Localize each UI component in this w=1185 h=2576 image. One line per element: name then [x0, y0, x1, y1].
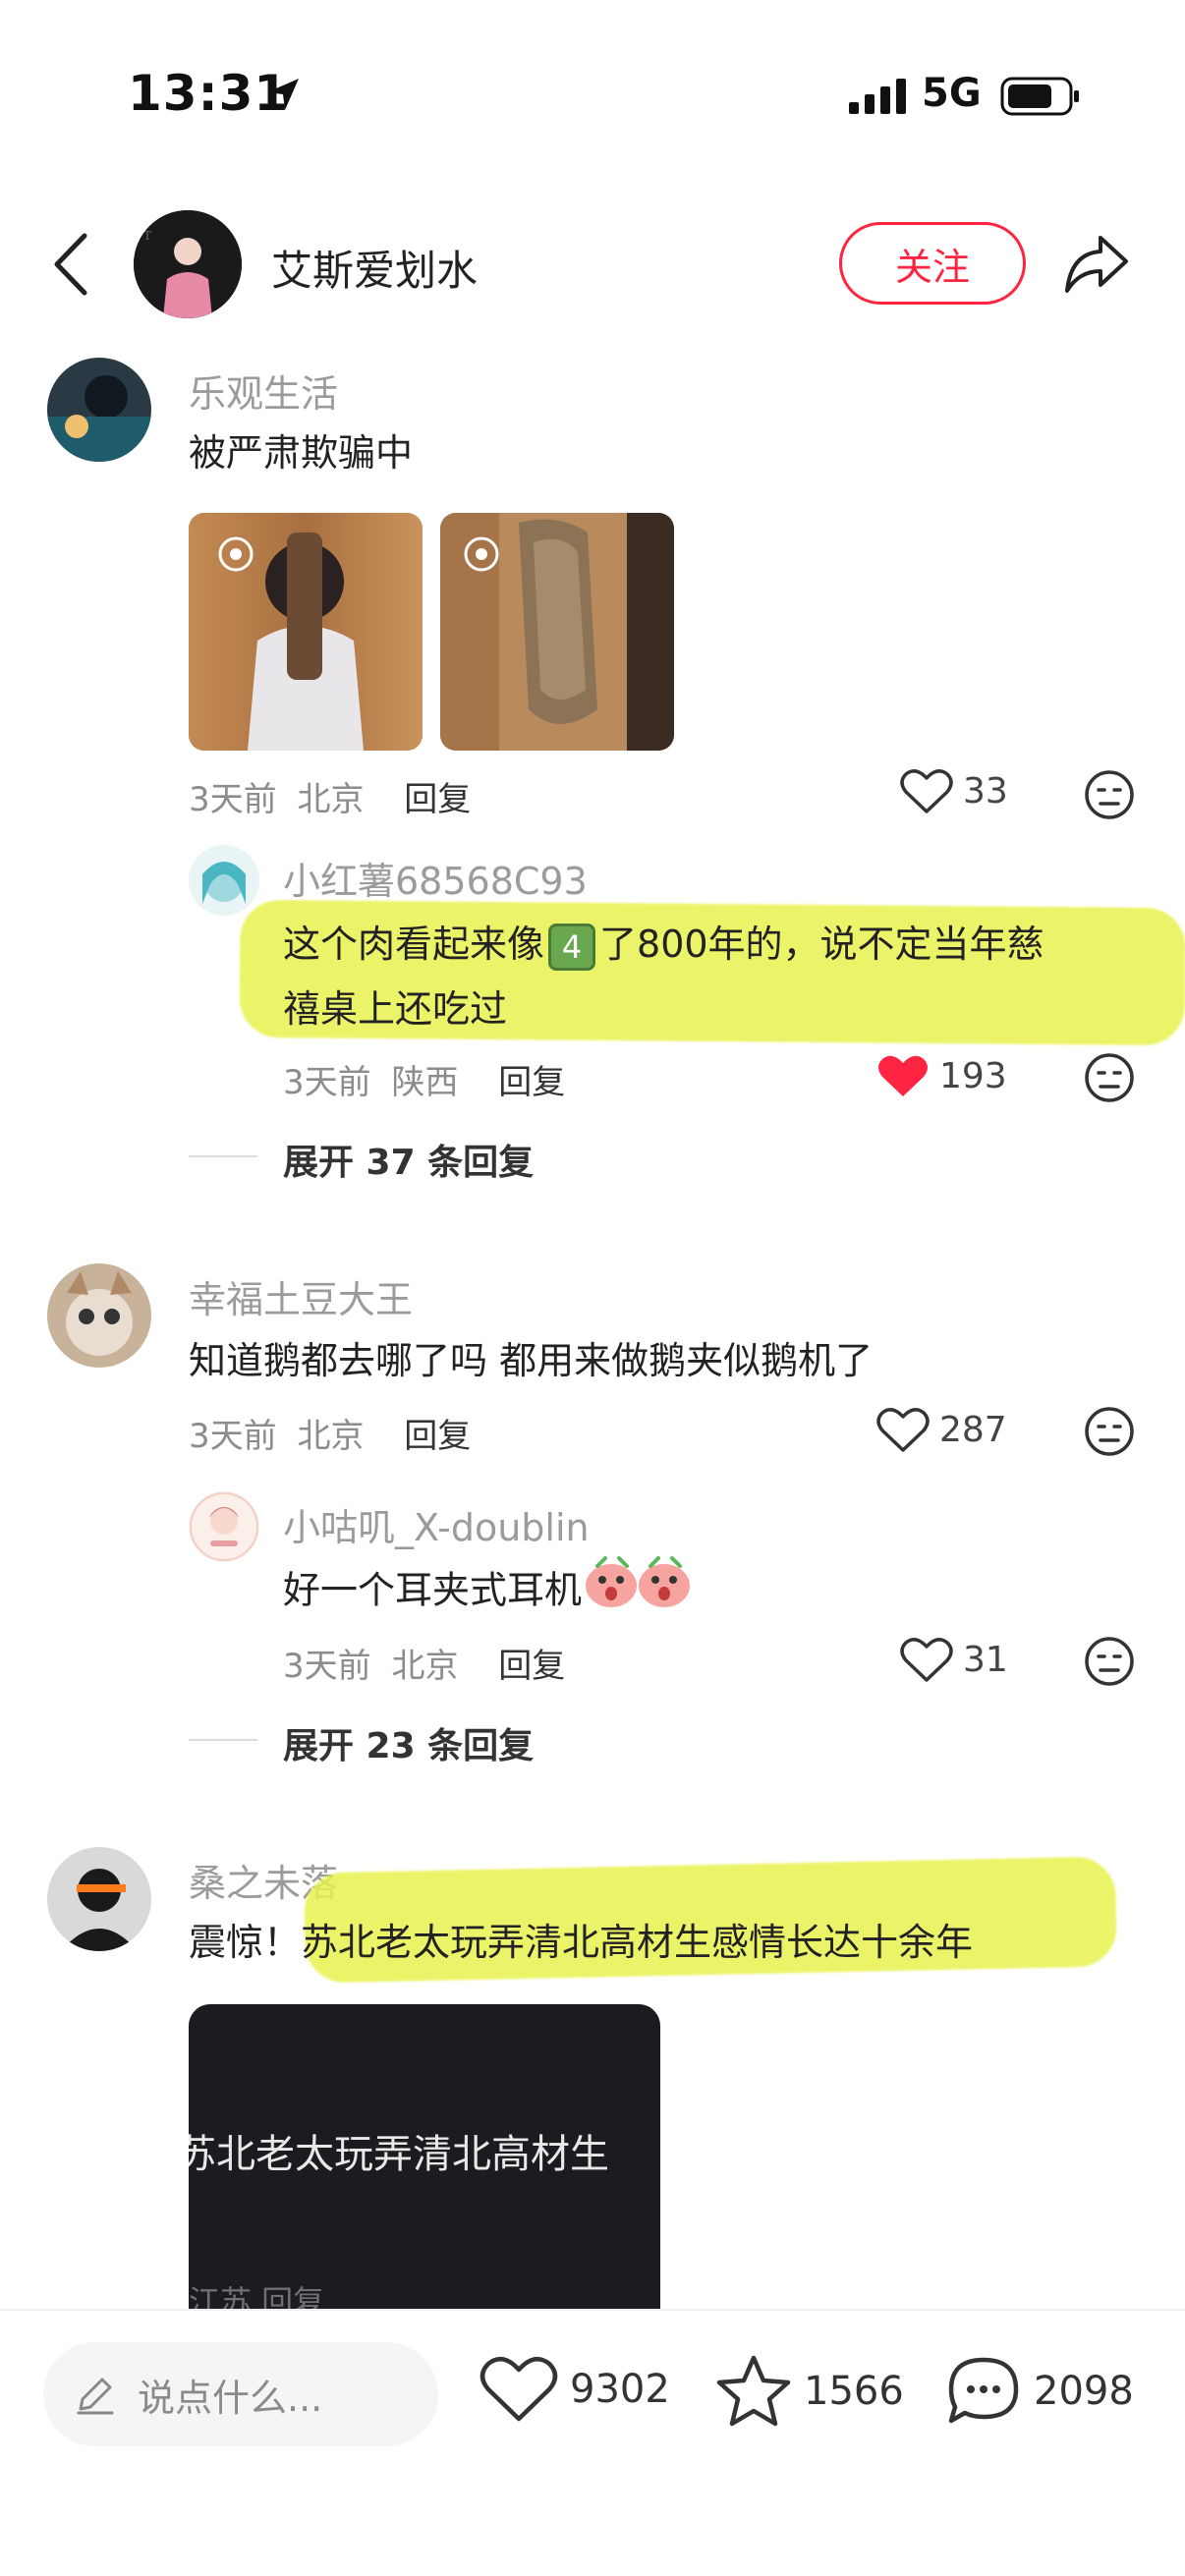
reply-text[interactable]: 好一个耳夹式耳机 [283, 1556, 692, 1629]
input-placeholder: 说点什么... [138, 2376, 323, 2420]
emoji-react-icon[interactable] [1083, 1051, 1136, 1104]
reply-text-part: 好一个耳夹式耳机 [283, 1568, 583, 1612]
reply-meta: 3天前 陕西 回复 [283, 1055, 565, 1103]
pencil-icon [77, 2378, 114, 2415]
like-count: 31 [963, 1639, 1008, 1680]
emoji-react-icon[interactable] [1083, 1405, 1136, 1458]
comment-text[interactable]: 震惊！苏北老太玩弄清北高材生感情长达十余年 [189, 1910, 973, 1975]
reply-button[interactable]: 回复 [404, 780, 471, 819]
reply-like-button[interactable]: 31 [900, 1635, 1008, 1684]
divider [189, 1155, 257, 1157]
heart-icon [480, 2356, 558, 2422]
commenter-avatar[interactable] [47, 1847, 151, 1951]
expand-replies-button[interactable]: 展开 23 条回复 [283, 1717, 534, 1768]
comment-like-button[interactable]: 33 [900, 766, 1008, 815]
back-icon[interactable] [49, 230, 92, 299]
heart-icon [876, 1408, 930, 1452]
comment-image-card[interactable]: 苏北老太玩弄清北高材生 江苏 回复 [189, 2004, 660, 2319]
comment-text-part: 苏北老太玩弄清北高材生感情长达十余年 [301, 1921, 974, 1964]
note-like-count: 9302 [570, 2367, 670, 2412]
reply-location: 陕西 [391, 1063, 459, 1102]
like-count: 33 [963, 770, 1008, 812]
replier-avatar[interactable] [189, 845, 259, 916]
like-count: 287 [939, 1409, 1007, 1450]
comment-count: 2098 [1034, 2369, 1134, 2414]
reply-button[interactable]: 回复 [498, 1063, 565, 1102]
comment-meta: 3天前 北京 回复 [189, 772, 471, 820]
reply-meta: 3天前 北京 回复 [283, 1639, 565, 1687]
status-bar: 13:31 5G [0, 0, 1185, 187]
heart-icon [900, 1638, 953, 1682]
reply-text-part: 这个肉看起来像 [283, 923, 545, 966]
collect-count: 1566 [804, 2369, 904, 2414]
shocked-face-emoji-icon [584, 1556, 692, 1629]
follow-button[interactable]: 关注 [839, 222, 1026, 305]
reply-button[interactable]: 回复 [404, 1417, 471, 1456]
comment-location: 北京 [297, 780, 365, 819]
replier-avatar[interactable] [189, 1491, 259, 1562]
author-avatar[interactable]: T [134, 210, 242, 318]
author-name[interactable]: 艾斯爱划水 [271, 238, 478, 298]
share-icon[interactable] [1061, 232, 1132, 297]
reply-text-line2[interactable]: 禧桌上还吃过 [283, 977, 507, 1041]
reply-text-part: 了800年的，说不定当年慈 [599, 923, 1044, 966]
svg-text:T: T [143, 229, 151, 243]
commenter-avatar[interactable] [47, 358, 151, 462]
comment-time: 3天前 [189, 780, 277, 819]
note-header: T 艾斯爱划水 关注 [0, 196, 1185, 334]
cellular-signal-icon [849, 79, 906, 114]
reply-text-line1[interactable]: 这个肉看起来像 4 了800年的，说不定当年慈 [283, 912, 1044, 977]
comment-photo[interactable] [440, 513, 674, 751]
emoji-react-icon[interactable] [1083, 1635, 1136, 1688]
commenter-name[interactable]: 幸福土豆大王 [189, 1269, 413, 1323]
reply-time: 3天前 [283, 1647, 371, 1686]
location-arrow-icon [267, 79, 299, 110]
card-text: 苏北老太玩弄清北高材生 [189, 2132, 609, 2177]
reply-like-button[interactable]: 193 [876, 1051, 1007, 1100]
commenter-avatar[interactable] [47, 1263, 151, 1368]
expand-replies-button[interactable]: 展开 37 条回复 [283, 1134, 534, 1185]
comment-text[interactable]: 被严肃欺骗中 [189, 420, 413, 485]
comment-text[interactable]: 知道鹅都去哪了吗 都用来做鹅夹似鹅机了 [189, 1328, 873, 1393]
comment-bubble-icon [948, 2357, 1019, 2424]
comment-time: 3天前 [189, 1417, 277, 1456]
heart-filled-icon [878, 1055, 928, 1096]
replier-name[interactable]: 小咕叽_X-doublin [283, 1497, 590, 1551]
comment-meta: 3天前 北京 回复 [189, 1409, 471, 1457]
reply-button[interactable]: 回复 [498, 1647, 565, 1686]
comment-text-part: 震惊！ [189, 1921, 302, 1964]
comment-photo[interactable] [189, 513, 423, 751]
comments-button[interactable]: 2098 [945, 2354, 1134, 2429]
like-count: 193 [939, 1055, 1007, 1096]
emoji-react-icon[interactable] [1083, 768, 1136, 821]
bottom-action-bar: 说点什么... 9302 1566 2098 [0, 2309, 1185, 2576]
number-badge: 4 [548, 923, 596, 971]
reply-location: 北京 [391, 1647, 459, 1686]
like-note-button[interactable]: 9302 [480, 2354, 670, 2425]
network-type: 5G [922, 71, 982, 116]
comment-input[interactable]: 说点什么... [43, 2342, 438, 2446]
comment-like-button[interactable]: 287 [876, 1405, 1007, 1454]
heart-icon [900, 769, 953, 813]
star-icon [716, 2355, 791, 2427]
collect-button[interactable]: 1566 [715, 2354, 904, 2429]
replier-name[interactable]: 小红薯68568C93 [283, 851, 588, 905]
reply-time: 3天前 [283, 1063, 371, 1102]
comment-location: 北京 [297, 1417, 365, 1456]
divider [189, 1739, 257, 1741]
battery-icon [1000, 77, 1079, 116]
commenter-name[interactable]: 乐观生活 [189, 364, 338, 418]
